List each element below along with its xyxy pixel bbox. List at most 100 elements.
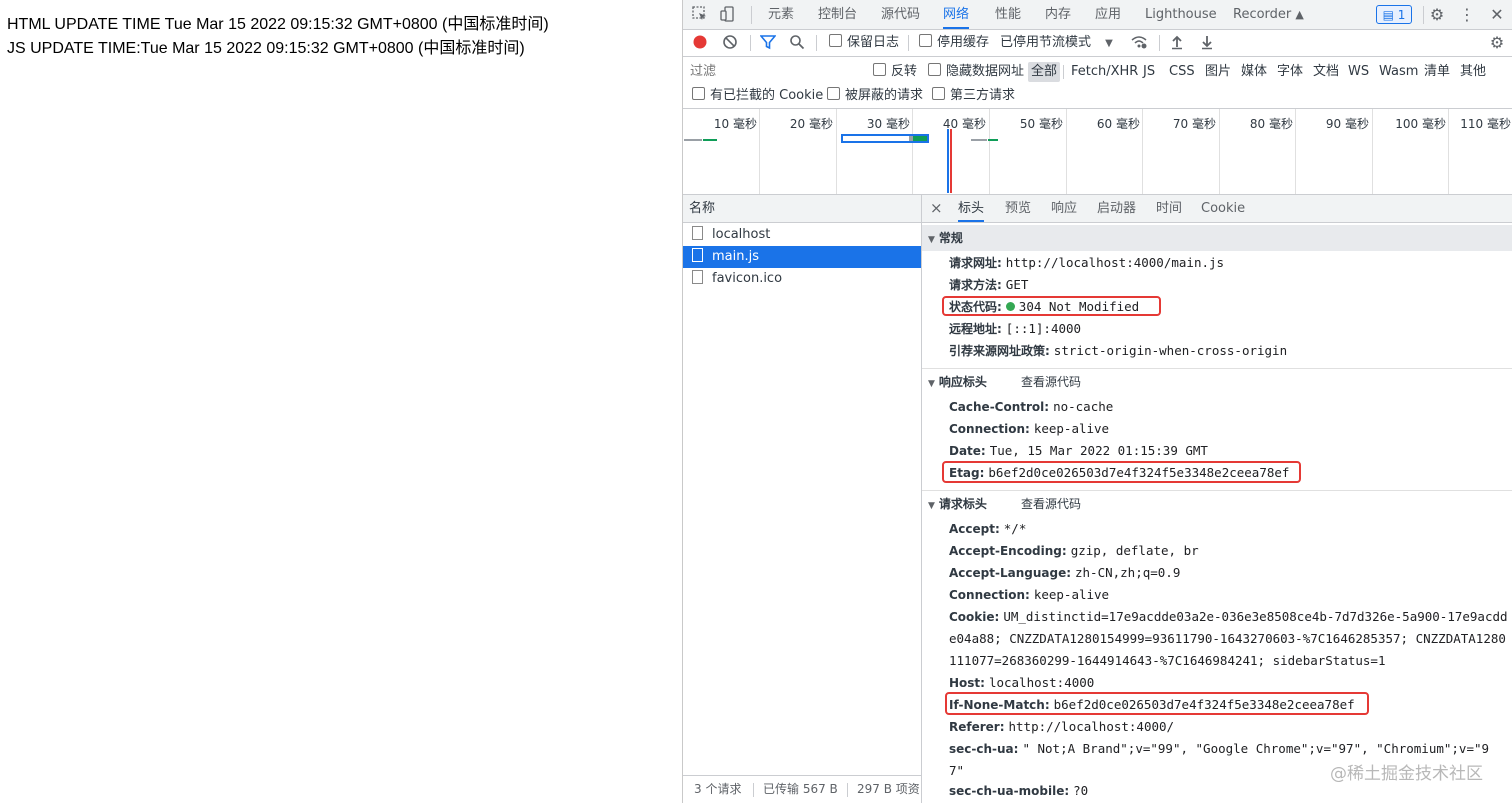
blocked-requests-label: 被屏蔽的请求: [845, 88, 924, 103]
timeline-tick-label: 60 毫秒: [1096, 117, 1140, 131]
section-response-headers-header[interactable]: ▼ 响应标头 查看源代码: [922, 369, 1512, 395]
checkbox-box: [829, 34, 842, 47]
request-row-main-js[interactable]: main.js: [683, 246, 921, 268]
filter-type-ws[interactable]: WS: [1348, 62, 1369, 82]
tab-application[interactable]: 应用: [1095, 0, 1121, 29]
filter-type-js[interactable]: JS: [1143, 62, 1155, 82]
request-row-favicon[interactable]: favicon.ico: [683, 268, 921, 290]
devtools-panel: 元素 控制台 源代码 网络 性能 内存 应用 Lighthouse Record…: [682, 0, 1512, 803]
tab-headers[interactable]: 标头: [958, 195, 985, 222]
header-key: sec-ch-ua:: [949, 742, 1019, 756]
checkbox-box: [827, 87, 840, 100]
header-value: zh-CN,zh;q=0.9: [1075, 565, 1181, 580]
header-key: Host:: [949, 676, 985, 690]
filter-type-media[interactable]: 媒体: [1241, 62, 1267, 82]
request-list: 名称 localhost main.js favicon.ico 3 个请求 已…: [683, 195, 922, 803]
filter-type-wasm[interactable]: Wasm: [1379, 62, 1418, 82]
response-header-date: Date: Tue, 15 Mar 2022 01:15:39 GMT: [949, 440, 1208, 462]
timeline-bar: [988, 139, 998, 141]
tab-lighthouse[interactable]: Lighthouse: [1145, 0, 1217, 29]
script-file-icon: [692, 248, 703, 262]
tab-timing[interactable]: 时间: [1156, 195, 1182, 222]
blocked-cookies-checkbox[interactable]: 有已拦截的 Cookie: [692, 83, 823, 109]
issues-badge[interactable]: ▤ 1: [1376, 5, 1412, 24]
record-icon[interactable]: [691, 34, 709, 52]
filter-type-font[interactable]: 字体: [1277, 62, 1303, 82]
tab-recorder-label: Recorder: [1233, 7, 1292, 22]
header-key: 请求方法:: [949, 278, 1002, 292]
tab-initiator[interactable]: 启动器: [1097, 195, 1136, 222]
section-request-headers-header[interactable]: ▼ 请求标头 查看源代码: [922, 491, 1512, 517]
settings-gear-icon[interactable]: ⚙: [1428, 6, 1446, 24]
throttling-select[interactable]: 已停用节流模式 ▼: [1000, 30, 1113, 56]
header-value: http://localhost:4000/main.js: [1005, 255, 1225, 270]
clear-icon[interactable]: [721, 34, 739, 52]
header-value: keep-alive: [1033, 421, 1110, 436]
header-key: Connection:: [949, 588, 1030, 602]
request-header-accept-encoding: Accept-Encoding: gzip, deflate, br: [949, 540, 1199, 562]
invert-checkbox[interactable]: 反转: [873, 62, 917, 82]
section-title: 常规: [938, 231, 963, 245]
issues-count: 1: [1397, 8, 1406, 22]
view-source-link[interactable]: 查看源代码: [1021, 369, 1081, 395]
sec-ch-ua-value-continued: 7": [949, 763, 965, 778]
request-header-sec-ch-ua-mobile: sec-ch-ua-mobile: ?0: [949, 780, 1088, 802]
disable-cache-checkbox[interactable]: 停用缓存: [919, 30, 989, 56]
tab-network[interactable]: 网络: [943, 0, 970, 29]
inspect-element-icon[interactable]: [691, 6, 709, 24]
tab-response[interactable]: 响应: [1051, 195, 1077, 222]
filter-icon[interactable]: [759, 34, 777, 52]
filter-type-other[interactable]: 其他: [1460, 62, 1486, 82]
more-options-icon[interactable]: ⋮: [1458, 6, 1476, 24]
export-har-icon[interactable]: [1198, 34, 1216, 52]
filter-type-css[interactable]: CSS: [1169, 62, 1195, 82]
import-har-icon[interactable]: [1168, 34, 1186, 52]
section-title: 响应标头: [938, 375, 987, 389]
column-header-name[interactable]: 名称: [683, 195, 921, 223]
blocked-requests-checkbox[interactable]: 被屏蔽的请求: [827, 83, 923, 109]
tab-sources[interactable]: 源代码: [881, 0, 920, 29]
close-devtools-icon[interactable]: ✕: [1488, 6, 1506, 24]
search-icon[interactable]: [788, 34, 806, 52]
tab-recorder[interactable]: Recorder ▲: [1233, 0, 1304, 29]
cookie-value-continued: 111077=268360299-1644914643-%7C164698424…: [949, 653, 1386, 668]
request-header-accept: Accept: */*: [949, 518, 1026, 540]
footer-divider: [753, 783, 754, 797]
hide-data-urls-checkbox[interactable]: 隐藏数据网址: [928, 62, 1024, 82]
filter-type-img[interactable]: 图片: [1205, 62, 1231, 82]
close-details-icon[interactable]: ×: [930, 195, 943, 222]
device-toolbar-icon[interactable]: [719, 6, 737, 24]
preserve-log-checkbox[interactable]: 保留日志: [829, 30, 899, 56]
view-source-link[interactable]: 查看源代码: [1021, 491, 1081, 517]
tab-cookies[interactable]: Cookie: [1201, 195, 1245, 222]
filter-type-manifest[interactable]: 清单: [1424, 62, 1450, 82]
footer-divider: [847, 783, 848, 797]
filter-input[interactable]: [687, 61, 863, 81]
header-key: Accept-Encoding:: [949, 544, 1067, 558]
tab-memory[interactable]: 内存: [1045, 0, 1071, 29]
highlight-status-code: [942, 296, 1161, 316]
header-value: keep-alive: [1033, 587, 1110, 602]
topbar-divider: [1423, 6, 1424, 24]
filter-type-doc[interactable]: 文档: [1313, 62, 1339, 82]
network-conditions-icon[interactable]: [1130, 34, 1148, 52]
timeline-gridline: [989, 109, 990, 194]
timeline-tick-label: 70 毫秒: [1172, 117, 1216, 131]
section-general-header[interactable]: ▼ 常规: [922, 225, 1512, 251]
network-settings-gear-icon[interactable]: ⚙: [1488, 34, 1506, 52]
network-overview-timeline[interactable]: 10 毫秒 20 毫秒 30 毫秒 40 毫秒 50 毫秒 60 毫秒 70 毫…: [683, 109, 1512, 195]
tab-performance[interactable]: 性能: [995, 0, 1021, 29]
request-name: main.js: [712, 249, 759, 264]
tab-elements[interactable]: 元素: [768, 0, 794, 29]
third-party-checkbox[interactable]: 第三方请求: [932, 83, 1015, 109]
request-row-localhost[interactable]: localhost: [683, 224, 921, 246]
header-value: GET: [1005, 277, 1029, 292]
timeline-gridline: [1066, 109, 1067, 194]
cookie-value-continued: e04a88; CNZZDATA1280154999=93611790-1643…: [949, 631, 1506, 646]
filter-type-fetch-xhr[interactable]: Fetch/XHR: [1071, 62, 1138, 82]
tab-preview[interactable]: 预览: [1005, 195, 1031, 222]
general-row-referrer-policy: 引荐来源网址政策: strict-origin-when-cross-origi…: [949, 340, 1287, 362]
filter-type-all[interactable]: 全部: [1028, 62, 1061, 82]
header-value: strict-origin-when-cross-origin: [1053, 343, 1288, 358]
tab-console[interactable]: 控制台: [818, 0, 857, 29]
